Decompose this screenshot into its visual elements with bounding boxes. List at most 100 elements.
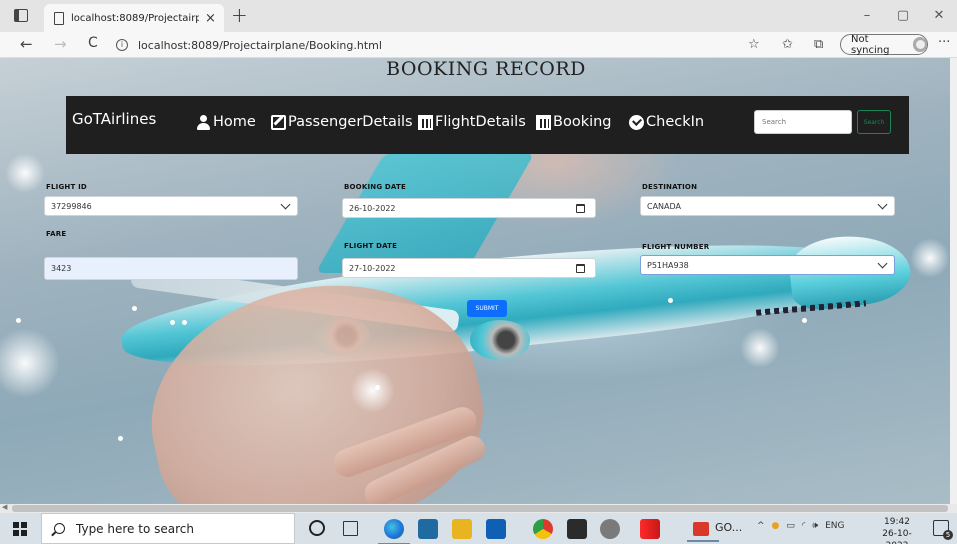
calendar-icon [536,114,551,130]
network-icon[interactable]: ◜ [802,521,806,531]
office-icon[interactable] [640,519,660,539]
scrollbar-thumb[interactable] [12,505,948,512]
taskbar-search-placeholder: Type here to search [76,521,194,536]
url-text: localhost:8089/Projectairplane/Booking.h… [138,38,382,52]
browser-tab[interactable]: localhost:8089/Projectairplane/B × [44,4,224,32]
battery-icon[interactable]: ▭ [786,521,795,531]
page-icon [54,11,64,25]
booking-date-label: BOOKING DATE [344,183,406,191]
address-bar[interactable]: i localhost:8089/Projectairplane/Booking… [116,35,382,55]
chevron-down-icon [877,258,888,269]
brand-logo-text[interactable]: GoTAirlines [72,110,156,128]
calendar-icon[interactable] [576,204,585,213]
app-window-icon[interactable] [687,522,719,542]
close-window-icon[interactable]: ✕ [921,0,957,32]
notification-icon[interactable]: 5 [933,520,953,540]
background-engine-right [470,320,530,360]
system-tray: ^ ● ▭ ◜ 🕪 ENG [757,521,845,531]
nav-link-booking[interactable]: Booking [536,114,612,130]
search-icon [54,523,65,534]
navbar-search-button[interactable]: Search [857,110,891,134]
file-explorer-icon[interactable] [452,519,472,539]
maximize-icon[interactable]: ▢ [885,0,921,32]
navbar-search-input[interactable] [754,110,852,134]
scroll-left-icon[interactable]: ◀ [2,503,7,511]
flight-date-value: 27-10-2022 [349,263,396,273]
browser-toolbar: ← → C i localhost:8089/Projectairplane/B… [0,32,957,58]
app-tray-icon[interactable]: ● [772,521,780,531]
cortana-icon[interactable] [309,520,325,536]
nav-link-flight-details[interactable]: FlightDetails [418,114,526,130]
background-glow [740,328,780,368]
background-dot [802,318,807,323]
background-dot [118,436,123,441]
horizontal-scrollbar[interactable]: ◀ [0,503,957,513]
refresh-icon[interactable]: C [88,35,98,51]
fare-value: 3423 [51,264,72,273]
windows-start-icon[interactable] [13,522,27,536]
flight-number-value: P51HA938 [647,260,689,270]
nav-link-label: PassengerDetails [288,114,413,130]
background-dot [182,320,187,325]
taskbar-search-box[interactable]: Type here to search [41,513,295,544]
new-tab-button[interactable]: + [231,3,248,27]
tab-actions-icon[interactable] [14,9,28,22]
browser-tab-strip: localhost:8089/Projectairplane/B × + – ▢… [0,0,957,32]
nav-link-home[interactable]: Home [196,114,256,130]
flight-id-select[interactable]: 37299846 [44,196,298,216]
vertical-scrollbar[interactable] [950,58,957,504]
page-viewport: BOOKING RECORD GoTAirlines Home Passenge… [0,58,950,504]
task-view-icon[interactable] [343,521,358,536]
window-controls: – ▢ ✕ [849,0,957,32]
clock-date: 26-10-2022 [882,529,912,544]
collections-icon[interactable]: ⧉ [814,37,823,52]
store-icon[interactable] [418,519,438,539]
destination-select[interactable]: CANADA [640,196,895,216]
profile-sync-button[interactable]: Not syncing [840,34,928,56]
forward-icon[interactable]: → [54,35,67,53]
background-dot [132,306,137,311]
background-dot [16,318,21,323]
destination-value: CANADA [647,201,682,211]
background-glow [350,368,395,413]
flight-id-label: FLIGHT ID [46,183,87,191]
favorite-add-icon[interactable]: ☆ [748,37,760,52]
chevron-down-icon [877,199,888,210]
media-app-icon[interactable] [567,519,587,539]
fare-input[interactable]: 3423 [44,257,298,280]
tab-close-icon[interactable]: × [205,11,216,26]
avatar-icon [912,37,927,52]
nav-link-checkin[interactable]: CheckIn [629,114,704,130]
user-icon [196,114,211,130]
favorites-icon[interactable]: ✩ [782,37,793,52]
outlook-icon[interactable] [486,519,506,539]
chrome-icon[interactable] [533,519,553,539]
more-options-icon[interactable]: ··· [938,35,950,50]
flight-date-input[interactable]: 27-10-2022 [342,258,596,278]
nav-link-label: FlightDetails [435,114,526,130]
notification-count: 5 [943,530,953,540]
chevron-up-icon[interactable]: ^ [757,521,765,531]
language-indicator[interactable]: ENG [825,521,844,531]
nav-link-passenger-details[interactable]: PassengerDetails [271,114,413,130]
settings-icon[interactable] [600,519,620,539]
booking-date-input[interactable]: 26-10-2022 [342,198,596,218]
nav-link-label: Home [213,114,256,130]
calendar-icon[interactable] [576,264,585,273]
flight-id-value: 37299846 [51,201,92,211]
fare-label: FARE [46,230,67,238]
flight-number-label: FLIGHT NUMBER [642,243,710,251]
minimize-icon[interactable]: – [849,0,885,32]
site-info-icon[interactable]: i [116,39,128,51]
background-dot [170,320,175,325]
background-glow [0,328,60,398]
flight-number-select[interactable]: P51HA938 [640,255,895,275]
volume-icon[interactable]: 🕪 [812,521,818,531]
background-glow [5,153,45,193]
edge-browser-icon[interactable] [378,519,410,544]
running-app-label[interactable]: GO... [715,521,742,534]
taskbar-clock[interactable]: 19:42 26-10-2022 [872,516,922,544]
back-icon[interactable]: ← [20,35,33,53]
destination-label: DESTINATION [642,183,698,191]
submit-button[interactable]: SUBMIT [467,300,507,317]
